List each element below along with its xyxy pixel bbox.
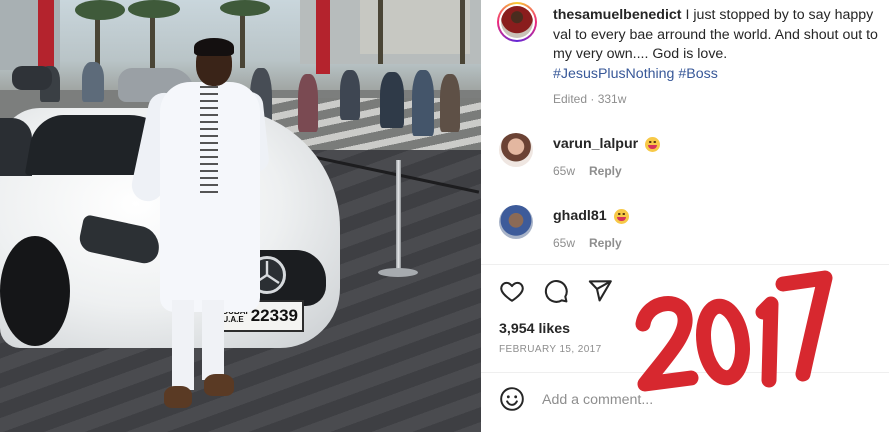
divider: [481, 372, 889, 373]
edited-label: Edited: [553, 92, 588, 106]
grinning-face-emoji: [645, 136, 661, 152]
add-comment-input[interactable]: Add a comment...: [542, 392, 862, 408]
comment-time[interactable]: 65w: [553, 164, 575, 178]
parked-car: [12, 66, 52, 90]
post-date[interactable]: FEBRUARY 15, 2017: [499, 344, 602, 355]
red-banner: [38, 0, 54, 70]
bystander: [82, 62, 104, 102]
avatar-border: [499, 4, 535, 40]
bystander: [340, 70, 360, 120]
palm-trunk: [378, 0, 383, 64]
reply-button[interactable]: Reply: [589, 164, 622, 178]
palm-trunk: [460, 0, 465, 64]
comment: ghadl81: [553, 208, 629, 224]
reply-button[interactable]: Reply: [589, 236, 622, 250]
post-details-panel: thesamuelbenedict I just stopped by to sa…: [481, 0, 889, 432]
comment-username[interactable]: varun_lalpur: [553, 136, 638, 152]
barrier-post-base: [378, 268, 418, 277]
comment-meta: 65w Reply: [553, 236, 622, 250]
bystander: [412, 70, 434, 136]
hashtag-link[interactable]: #Boss: [678, 66, 717, 82]
divider: [481, 264, 889, 265]
post-photo[interactable]: L DUBAI U.A.E 22339: [0, 0, 481, 432]
grinning-face-emoji: [613, 208, 629, 224]
emoji-picker-icon[interactable]: [499, 386, 525, 412]
plate-number: 22339: [250, 306, 298, 325]
person-leg: [202, 300, 224, 380]
comment: varun_lalpur: [553, 136, 661, 152]
share-icon[interactable]: [587, 278, 613, 304]
plate-small-bottom: U.A.E: [222, 315, 244, 324]
commenter-avatar[interactable]: [499, 133, 533, 167]
action-bar: [499, 278, 613, 304]
person-leg: [172, 300, 194, 390]
author-avatar[interactable]: [497, 2, 537, 42]
red-banner: [316, 0, 330, 74]
robe-embroidery: [200, 86, 218, 196]
likes-count[interactable]: 3,954 likes: [499, 321, 570, 337]
comment-icon[interactable]: [543, 278, 569, 304]
commenter-avatar[interactable]: [499, 205, 533, 239]
comment-time[interactable]: 65w: [553, 236, 575, 250]
bystander: [440, 74, 460, 132]
bystander: [380, 72, 404, 128]
comment-meta: 65w Reply: [553, 164, 622, 178]
palm-leaves: [220, 0, 270, 16]
background-building: [360, 0, 470, 54]
author-username[interactable]: thesamuelbenedict: [553, 7, 682, 23]
avatar-image: [501, 6, 533, 38]
comment-username[interactable]: ghadl81: [553, 208, 607, 224]
person-sandal: [204, 374, 234, 396]
palm-leaves: [128, 0, 180, 18]
palm-leaves: [75, 0, 125, 20]
hashtag-link[interactable]: #JesusPlusNothing: [553, 66, 674, 82]
post-caption: thesamuelbenedict I just stopped by to sa…: [553, 6, 879, 84]
person-sandal: [164, 386, 192, 408]
heart-icon[interactable]: [499, 278, 525, 304]
barrier-post: [396, 160, 401, 272]
caption-meta: Edited · 331w: [553, 92, 627, 106]
bystander: [298, 74, 318, 132]
person-hair: [194, 38, 234, 56]
caption-time[interactable]: 331w: [598, 92, 627, 106]
car-tire: [0, 236, 70, 346]
